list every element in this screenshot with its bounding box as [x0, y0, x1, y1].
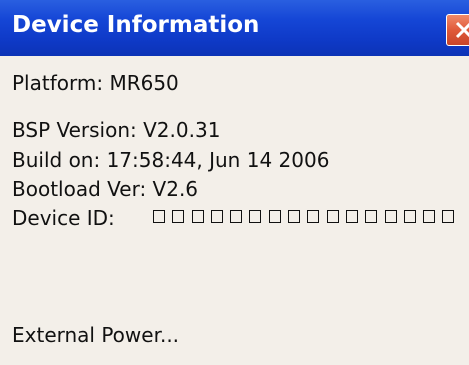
device-id-glyph-box [442, 210, 455, 223]
device-id-glyph-box [384, 210, 397, 223]
title-bar: Device Information [0, 0, 469, 56]
device-id-glyph-box [230, 210, 243, 223]
platform-text: Platform: MR650 [12, 71, 179, 95]
bsp-version-text: BSP Version: V2.0.31 [12, 118, 221, 142]
close-button[interactable] [446, 14, 469, 46]
device-id-glyph-box [365, 210, 378, 223]
device-id-value [153, 210, 462, 228]
device-id-glyph-box [345, 210, 358, 223]
device-id-glyph-box [153, 210, 165, 223]
device-information-window: Device Information Platform: MR650 BSP V… [0, 0, 469, 365]
device-id-glyph-box [210, 210, 223, 223]
build-on-text: Build on: 17:58:44, Jun 14 2006 [12, 148, 330, 172]
device-id-glyph-box [191, 210, 204, 223]
close-icon [455, 21, 469, 39]
device-info-content: Platform: MR650 BSP Version: V2.0.31 Bui… [0, 56, 469, 365]
device-id-glyph-box [249, 210, 262, 223]
device-id-glyph-box [403, 210, 416, 223]
window-title: Device Information [12, 12, 260, 38]
device-id-glyph-box [172, 210, 185, 223]
device-id-glyph-box [268, 210, 281, 223]
device-id-glyph-box [423, 210, 436, 223]
external-power-link[interactable]: External Power... [12, 323, 179, 347]
device-id-glyph-box [326, 210, 339, 223]
device-id-glyph-box [307, 210, 320, 223]
device-id-label: Device ID: [12, 206, 115, 230]
device-id-row: Device ID: [12, 206, 455, 232]
device-id-glyph-box [288, 210, 301, 223]
bootload-version-text: Bootload Ver: V2.6 [12, 177, 199, 201]
